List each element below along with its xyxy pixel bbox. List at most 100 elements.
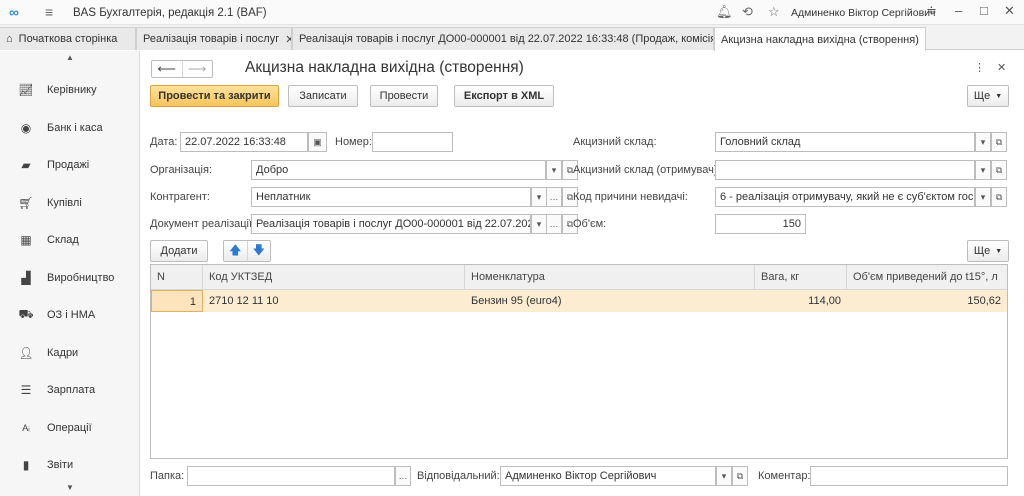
history-icon[interactable]: ⟲ bbox=[742, 5, 753, 19]
more-button[interactable]: Ще ▼ bbox=[967, 85, 1009, 107]
excise-warehouse-label: Акцизний склад: bbox=[573, 136, 657, 148]
close-window-icon[interactable]: ✕ bbox=[1004, 3, 1015, 19]
dropdown-icon[interactable]: ▾ bbox=[975, 187, 991, 207]
tab-home[interactable]: ⌂ Початкова сторінка bbox=[0, 27, 136, 50]
folder-field[interactable] bbox=[187, 466, 395, 486]
forward-arrow-icon[interactable]: ⟶ bbox=[181, 61, 213, 77]
contractor-field[interactable]: Неплатник bbox=[251, 187, 531, 207]
select-ellipsis-icon[interactable]: … bbox=[546, 187, 562, 207]
minimize-icon[interactable]: – bbox=[955, 3, 962, 18]
table-row[interactable]: 1 2710 12 11 10 Бензин 95 (euro4) 114,00… bbox=[151, 290, 1007, 312]
save-button[interactable]: Записати bbox=[288, 85, 358, 107]
column-header-code[interactable]: Код УКТЗЕД bbox=[203, 265, 465, 290]
organization-label: Організація: bbox=[150, 164, 212, 176]
dropdown-icon[interactable]: ▾ bbox=[531, 187, 547, 207]
sidebar-item-bank[interactable]: ◉ Банк і каса bbox=[0, 111, 140, 145]
move-down-icon[interactable]: 🡇 bbox=[246, 240, 271, 262]
move-buttons: 🡅 🡇 bbox=[223, 240, 271, 262]
date-field[interactable]: 22.07.2022 16:33:48 bbox=[180, 132, 308, 152]
folder-label: Папка: bbox=[150, 470, 185, 482]
sidebar-item-warehouse[interactable]: ▦ Склад bbox=[0, 223, 140, 257]
sidebar-item-label: Склад bbox=[47, 234, 79, 246]
sidebar-item-operations[interactable]: Aᵢ Операції bbox=[0, 411, 140, 445]
close-form-icon[interactable]: ✕ bbox=[997, 61, 1006, 74]
cell-weight[interactable]: 114,00 bbox=[755, 290, 847, 312]
page-title: Акцизна накладна вихідна (створення) bbox=[245, 59, 524, 76]
responsible-label: Відповідальний: bbox=[417, 470, 500, 482]
star-icon[interactable]: ☆ bbox=[768, 5, 780, 19]
sidebar-item-hr[interactable]: 👤︎ Кадри bbox=[0, 336, 140, 370]
settings-menu-icon[interactable]: ≑ bbox=[926, 3, 937, 19]
sidebar-item-assets[interactable]: ⛟ ОЗ і НМА bbox=[0, 298, 140, 332]
table-more-button[interactable]: Ще ▼ bbox=[967, 240, 1009, 262]
more-vertical-icon[interactable]: ⋮ bbox=[974, 61, 985, 74]
move-up-icon[interactable]: 🡅 bbox=[224, 241, 247, 262]
close-tab-icon[interactable]: ✕ bbox=[925, 33, 926, 46]
sidebar-item-label: ОЗ і НМА bbox=[47, 309, 96, 321]
select-ellipsis-icon[interactable]: … bbox=[395, 466, 411, 486]
column-header-weight[interactable]: Вага, кг bbox=[755, 265, 847, 290]
tab-sales-document[interactable]: Реалізація товарів і послуг ДО00-000001 … bbox=[292, 27, 714, 50]
tab-label: Акцизна накладна вихідна (створення) bbox=[721, 33, 919, 46]
maximize-icon[interactable]: □ bbox=[980, 3, 988, 18]
sidebar-item-purchases[interactable]: 🛒︎ Купівлі bbox=[0, 186, 140, 220]
open-icon[interactable]: ⧉ bbox=[991, 132, 1007, 152]
reason-code-field[interactable]: 6 - реалізація отримувачу, який не є суб… bbox=[715, 187, 975, 207]
sidebar-item-label: Продажі bbox=[47, 159, 90, 171]
close-tab-icon[interactable]: ✕ bbox=[285, 33, 291, 46]
open-icon[interactable]: ⧉ bbox=[732, 466, 748, 486]
contractor-label: Контрагент: bbox=[150, 191, 210, 203]
excise-warehouse-field[interactable]: Головний склад bbox=[715, 132, 975, 152]
warehouse-grid-icon: ▦ bbox=[20, 233, 32, 247]
sales-document-field[interactable]: Реалізація товарів і послуг ДО00-000001 … bbox=[251, 214, 531, 234]
responsible-field[interactable]: Админенко Віктор Сергійович bbox=[500, 466, 716, 486]
bell-icon[interactable]: 🔔︎ bbox=[716, 5, 733, 19]
sidebar-item-sales[interactable]: ▰ Продажі bbox=[0, 148, 140, 182]
back-arrow-icon[interactable]: ⟵ bbox=[152, 61, 182, 77]
open-icon[interactable]: ⧉ bbox=[991, 160, 1007, 180]
open-icon[interactable]: ⧉ bbox=[991, 187, 1007, 207]
chevron-down-icon: ▼ bbox=[995, 92, 1003, 100]
organization-field[interactable]: Добро bbox=[251, 160, 546, 180]
sidebar: ▲ 📈︎ Керівнику ◉ Банк і каса ▰ Продажі 🛒… bbox=[0, 51, 140, 496]
volume-field[interactable]: 150 bbox=[715, 214, 806, 234]
cell-code[interactable]: 2710 12 11 10 bbox=[203, 290, 465, 312]
dropdown-icon[interactable]: ▾ bbox=[716, 466, 732, 486]
select-ellipsis-icon[interactable]: … bbox=[546, 214, 562, 234]
excise-warehouse-recipient-field[interactable] bbox=[715, 160, 975, 180]
sidebar-item-reports[interactable]: ▮ Звіти bbox=[0, 448, 140, 482]
cell-volume[interactable]: 150,62 bbox=[847, 290, 1007, 312]
tab-sales-list[interactable]: Реалізація товарів і послуг ✕ bbox=[136, 27, 292, 50]
tab-excise-invoice[interactable]: Акцизна накладна вихідна (створення) ✕ bbox=[714, 27, 926, 51]
export-xml-button[interactable]: Експорт в XML bbox=[454, 85, 554, 107]
column-header-nomenclature[interactable]: Номенклатура bbox=[465, 265, 755, 290]
sidebar-item-production[interactable]: ▟ Виробництво bbox=[0, 261, 140, 295]
sidebar-item-label: Банк і каса bbox=[47, 122, 103, 134]
main-menu-icon[interactable]: ≡ bbox=[45, 5, 59, 19]
list-icon: ☰ bbox=[20, 383, 32, 397]
cell-nomenclature[interactable]: Бензин 95 (euro4) bbox=[465, 290, 755, 312]
calendar-icon[interactable]: ▣ bbox=[308, 132, 327, 152]
dropdown-icon[interactable]: ▾ bbox=[546, 160, 562, 180]
dropdown-icon[interactable]: ▾ bbox=[975, 160, 991, 180]
dropdown-icon[interactable]: ▾ bbox=[975, 132, 991, 152]
sidebar-item-management[interactable]: 📈︎ Керівнику bbox=[0, 73, 140, 107]
sidebar-scroll-up-icon[interactable]: ▲ bbox=[0, 51, 140, 65]
goods-table[interactable]: N Код УКТЗЕД Номенклатура Вага, кг Об'єм… bbox=[150, 264, 1008, 459]
user-name[interactable]: Админенко Віктор Сергійович bbox=[791, 7, 936, 19]
sidebar-scroll-down-icon[interactable]: ▼ bbox=[0, 481, 140, 495]
dropdown-icon[interactable]: ▾ bbox=[531, 214, 547, 234]
date-label: Дата: bbox=[150, 136, 178, 148]
sales-document-label: Документ реалізації: bbox=[150, 218, 256, 230]
comment-field[interactable] bbox=[810, 466, 1008, 486]
number-field[interactable] bbox=[372, 132, 453, 152]
app-logo-icon: ∞ bbox=[9, 4, 19, 20]
add-row-button[interactable]: Додати bbox=[150, 240, 208, 262]
column-header-n[interactable]: N bbox=[151, 265, 203, 290]
post-and-close-button[interactable]: Провести та закрити bbox=[150, 85, 279, 107]
sidebar-item-label: Кадри bbox=[47, 347, 79, 359]
cell-n[interactable]: 1 bbox=[151, 290, 203, 312]
sidebar-item-salary[interactable]: ☰ Зарплата bbox=[0, 373, 140, 407]
post-button[interactable]: Провести bbox=[370, 85, 438, 107]
column-header-volume[interactable]: Об'єм приведений до t15°, л bbox=[847, 265, 1007, 290]
